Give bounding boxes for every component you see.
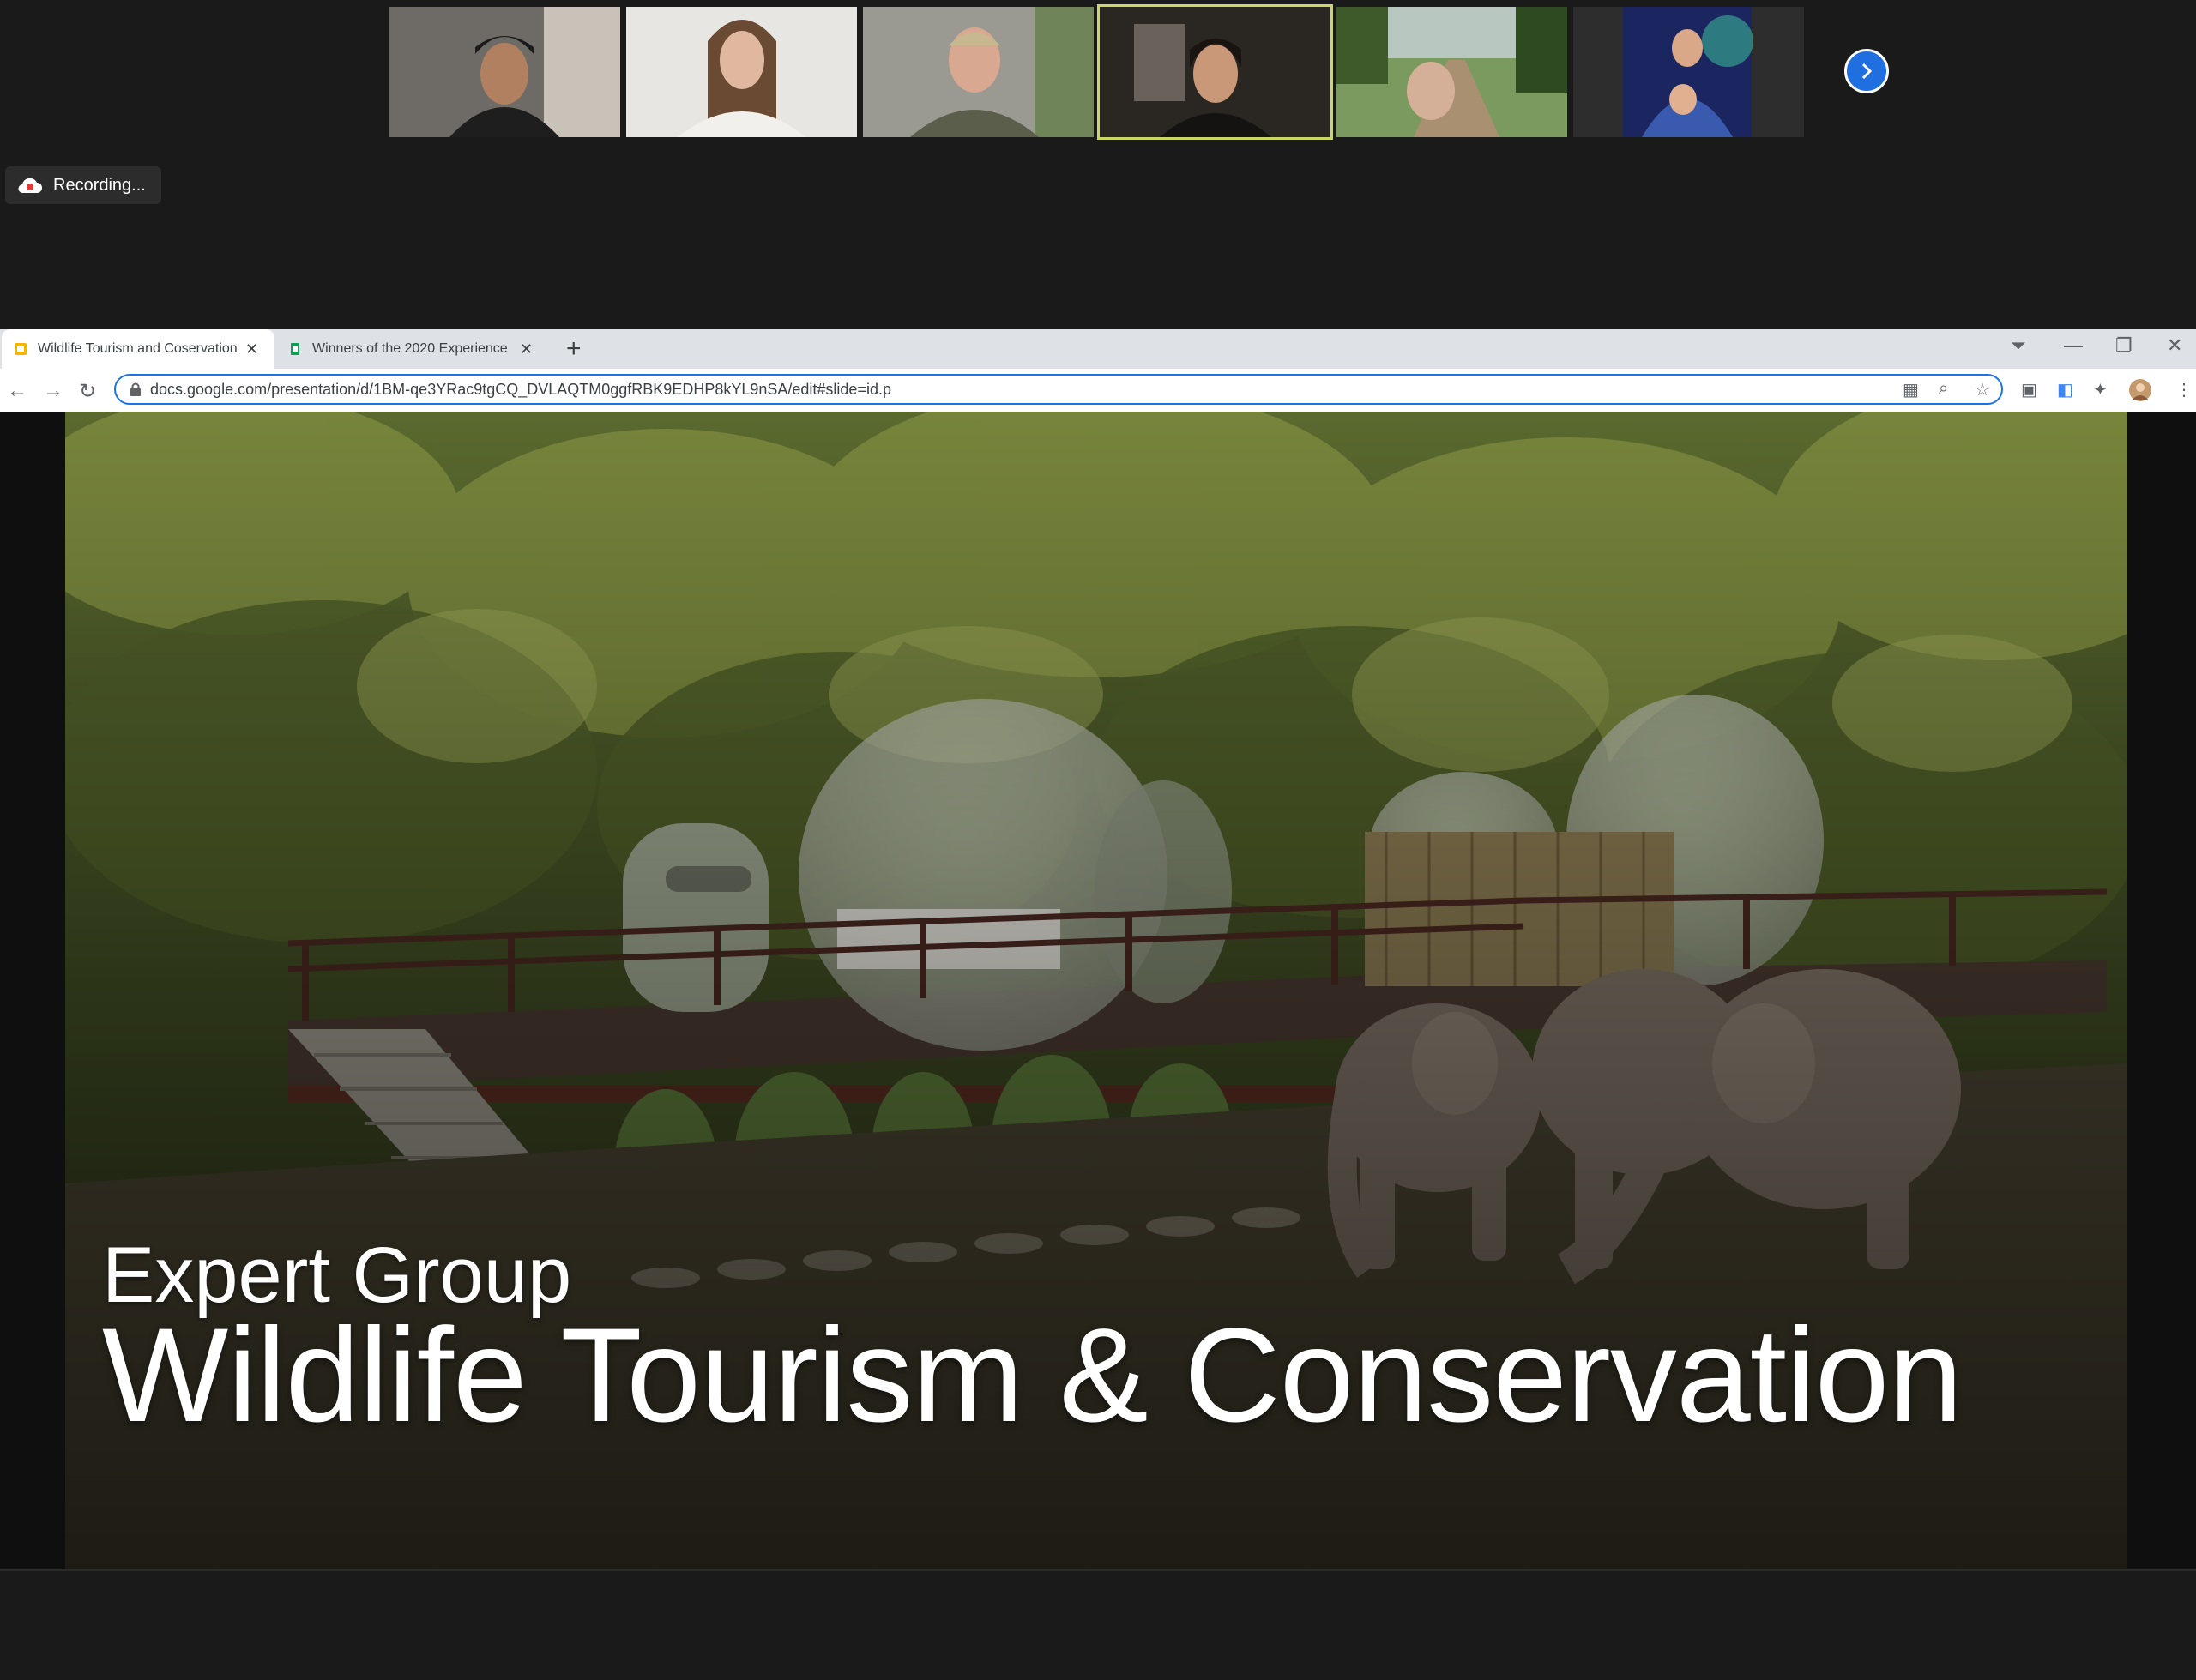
recording-label: Recording...	[53, 175, 146, 195]
participant-thumbnail	[389, 7, 620, 137]
video-gallery: Recording...	[0, 0, 2196, 329]
menu-kebab-icon[interactable]: ⋮	[2175, 379, 2193, 400]
slide-viewer: Expert Group Wildlife Tourism & Conserva…	[0, 412, 2196, 1569]
bookmark-star-icon[interactable]: ☆	[1975, 379, 1990, 400]
close-tab-icon[interactable]: ✕	[245, 340, 258, 358]
lock-icon	[130, 382, 141, 396]
chevron-right-icon	[1861, 63, 1873, 80]
slide-title: Wildlife Tourism & Conservation	[102, 1301, 1963, 1450]
cloud-recording-icon	[18, 178, 42, 194]
extension-icon[interactable]: ▣	[2021, 379, 2037, 400]
tab-title: Wildlife Tourism and Coservation	[38, 341, 237, 356]
qr-code-icon[interactable]: ▦	[1903, 379, 1919, 400]
recording-indicator[interactable]: Recording...	[5, 166, 161, 204]
tab-search-icon[interactable]: ⏷	[2011, 334, 2026, 357]
close-window-icon[interactable]: ✕	[2167, 334, 2182, 357]
participant-thumbnail	[1573, 7, 1804, 137]
new-tab-button[interactable]: +	[566, 334, 582, 364]
reload-icon[interactable]: ↻	[79, 379, 96, 404]
participant-video[interactable]	[1336, 7, 1567, 137]
browser-window: Wildlife Tourism and Coservation ✕ Winne…	[0, 329, 2196, 1680]
zoom-icon[interactable]: ⌕	[1939, 379, 1948, 399]
participant-thumbnail	[1336, 7, 1567, 137]
presentation-slide: Expert Group Wildlife Tourism & Conserva…	[65, 412, 2127, 1569]
extensions-puzzle-icon[interactable]: ✦	[2093, 379, 2108, 400]
participant-thumbnail	[626, 7, 857, 137]
browser-toolbar: ← → ↻ docs.google.com/presentation/d/1BM…	[0, 369, 2196, 412]
tab-winners-2020[interactable]: Winners of the 2020 Experience ✕	[276, 329, 549, 369]
participant-thumbnail	[863, 7, 1094, 137]
translate-icon[interactable]: ◧	[2057, 379, 2073, 400]
restore-icon[interactable]: ❐	[2115, 334, 2133, 357]
minimize-icon[interactable]: —	[2064, 334, 2083, 357]
meeting-bottom-area	[0, 1569, 2196, 1680]
tab-wildlife-tourism[interactable]: Wildlife Tourism and Coservation ✕	[2, 329, 274, 369]
forward-icon[interactable]: →	[43, 379, 63, 403]
google-slides-icon	[15, 343, 27, 355]
address-bar[interactable]: docs.google.com/presentation/d/1BM-qe3YR…	[114, 374, 2003, 405]
participant-video[interactable]	[626, 7, 857, 137]
participant-video-active-speaker[interactable]	[1097, 4, 1333, 140]
profile-avatar[interactable]	[2129, 379, 2151, 401]
back-icon[interactable]: ←	[7, 379, 27, 403]
participant-video[interactable]	[389, 7, 620, 137]
url-text: docs.google.com/presentation/d/1BM-qe3YR…	[150, 380, 891, 398]
close-tab-icon[interactable]: ✕	[520, 340, 533, 358]
tab-strip: Wildlife Tourism and Coservation ✕ Winne…	[0, 329, 2196, 369]
participant-video[interactable]	[1573, 7, 1804, 137]
participant-video[interactable]	[863, 7, 1094, 137]
tab-title: Winners of the 2020 Experience	[312, 341, 508, 356]
participant-thumbnail	[1100, 7, 1330, 137]
google-sheets-icon	[291, 343, 299, 355]
next-participants-button[interactable]	[1844, 49, 1889, 93]
